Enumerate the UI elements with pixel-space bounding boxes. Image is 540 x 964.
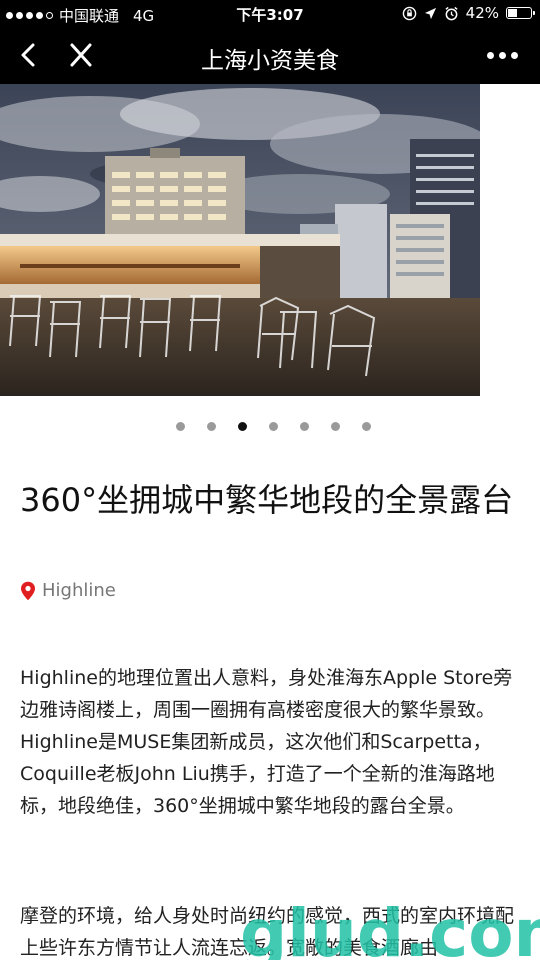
article-title: 360°坐拥城中繁华地段的全景露台: [20, 481, 514, 519]
location-name: Highline: [42, 580, 116, 601]
location-link[interactable]: Highline: [20, 580, 116, 601]
pager-dot[interactable]: [331, 422, 340, 431]
more-dot-icon: [511, 52, 518, 59]
pager-dot[interactable]: [362, 422, 371, 431]
more-dot-icon: [487, 52, 494, 59]
alarm-icon: [445, 6, 458, 20]
location-arrow-icon: [424, 7, 436, 19]
navigation-bar: 上海小资美食: [0, 28, 540, 84]
carousel-pager: [0, 422, 540, 434]
pager-dot-active[interactable]: [238, 422, 247, 431]
hero-photo[interactable]: [0, 84, 480, 396]
article-paragraph: 摩登的环境，给人身处时尚纽约的感觉，西式的室内环境配上些许东方情节让人流连忘返。…: [20, 905, 515, 959]
status-bar: 中国联通 4G 下午3:07 42%: [0, 0, 540, 28]
pager-dot[interactable]: [176, 422, 185, 431]
orientation-lock-icon: [402, 6, 416, 20]
more-options-button[interactable]: [487, 52, 518, 59]
battery-percent: 42%: [465, 4, 499, 22]
map-pin-icon: [21, 581, 35, 600]
pager-dot[interactable]: [300, 422, 309, 431]
pager-dot[interactable]: [207, 422, 216, 431]
page-title: 上海小资美食: [201, 48, 339, 74]
article-paragraph: Highline的地理位置出人意料，身处淮海东Apple Store旁边雅诗阁楼…: [20, 667, 513, 817]
more-dot-icon: [499, 52, 506, 59]
status-right: 42%: [402, 4, 535, 22]
battery-icon: [506, 7, 535, 19]
pager-dot[interactable]: [269, 422, 278, 431]
rooftop-terrace-image: [0, 84, 480, 396]
